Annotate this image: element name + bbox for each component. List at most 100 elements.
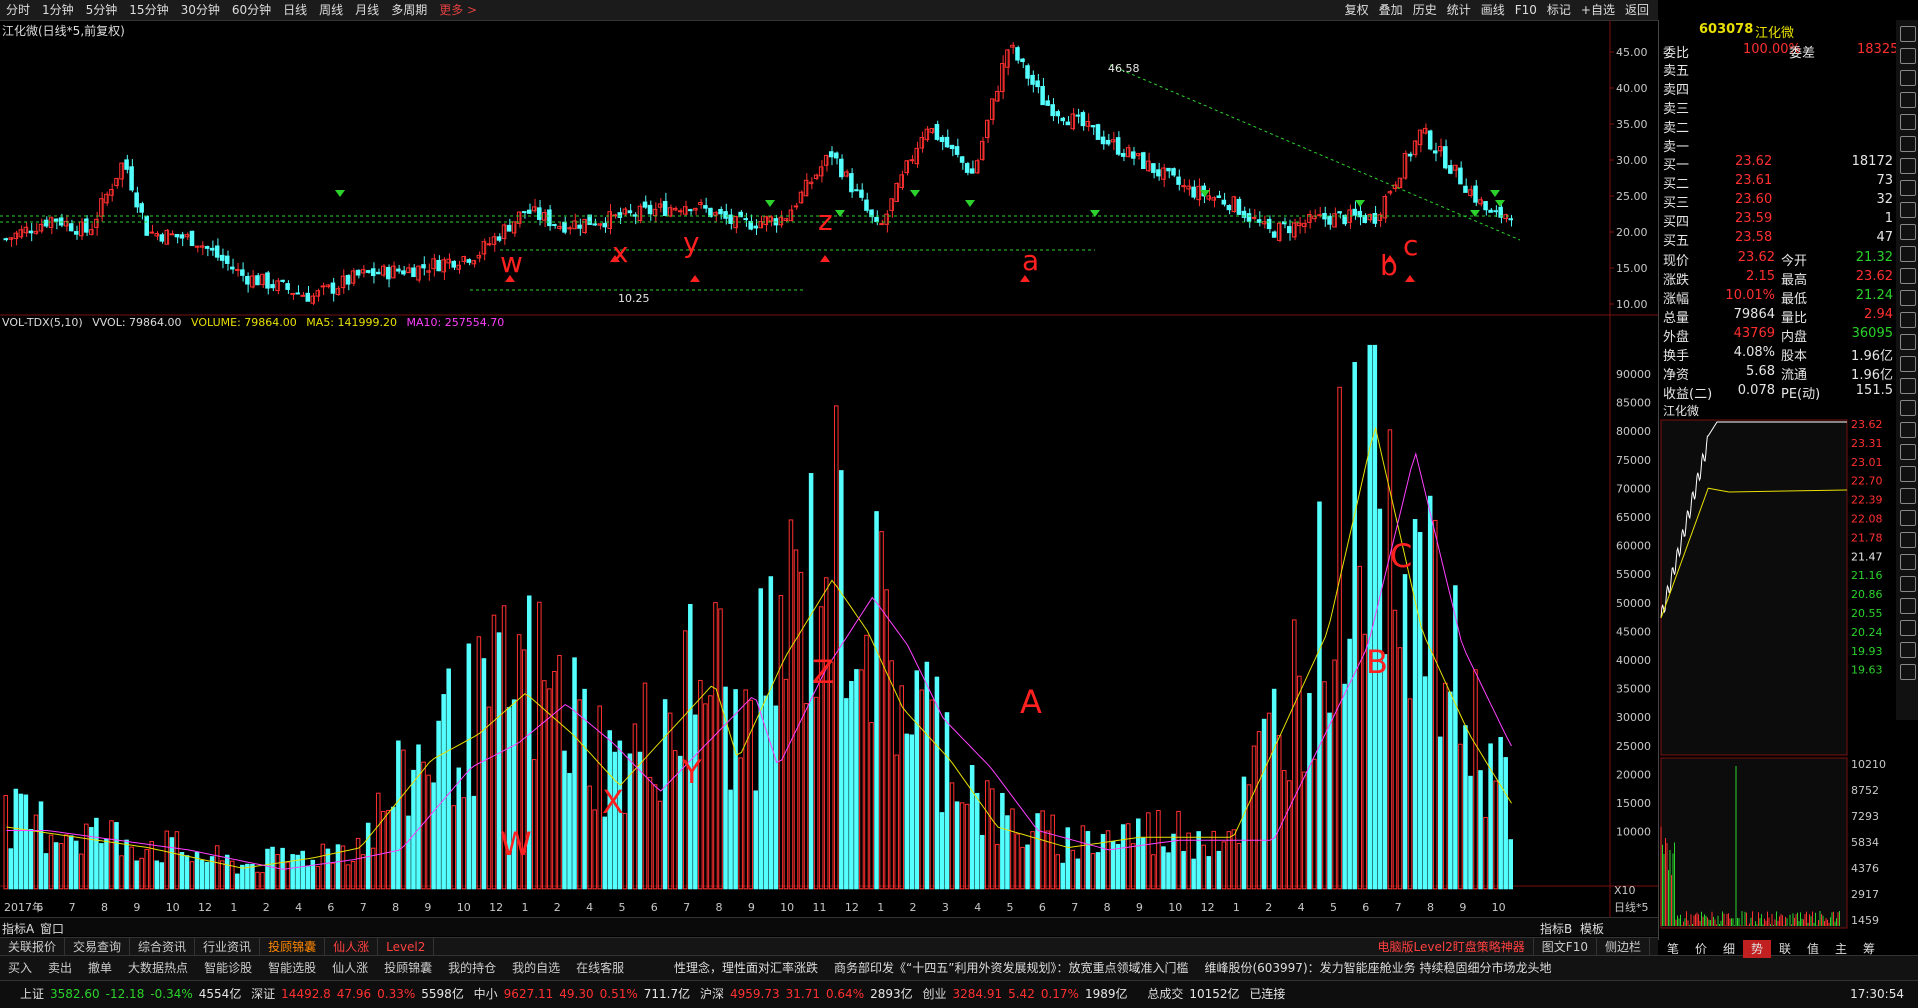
mini-tab[interactable]: 值 (1799, 940, 1827, 958)
window-tab[interactable]: 窗口 (40, 920, 64, 937)
tab-sidebar[interactable]: 侧边栏 (1597, 938, 1650, 956)
mini-tab[interactable]: 细 (1715, 940, 1743, 958)
mini-tab[interactable]: 价 (1687, 940, 1715, 958)
mini-tab[interactable]: 筹 (1855, 940, 1883, 958)
period-fenshi[interactable]: 分时 (0, 0, 36, 20)
tab-advisor[interactable]: 投顾锦囊 (260, 938, 326, 956)
tab-related-quote[interactable]: 关联报价 (0, 938, 66, 956)
tool-mark[interactable]: 标记 (1542, 0, 1576, 20)
tab-trade-query[interactable]: 交易查询 (65, 938, 131, 956)
btn-bigdata[interactable]: 大数据热点 (120, 956, 196, 980)
side-tool-icon[interactable] (1900, 70, 1916, 86)
idx-sz-name[interactable]: 深证 (251, 987, 275, 1001)
tab-general-news[interactable]: 综合资讯 (130, 938, 196, 956)
mini-vol-tick: 8752 (1851, 784, 1879, 797)
tab-f10-graphic[interactable]: 图文F10 (1534, 938, 1597, 956)
template-tab[interactable]: 模板 (1580, 920, 1604, 937)
side-tool-icon[interactable] (1900, 598, 1916, 614)
idx-zx-name[interactable]: 中小 (474, 987, 498, 1001)
btn-service[interactable]: 在线客服 (568, 956, 632, 980)
tool-add-fav[interactable]: +自选 (1576, 0, 1620, 20)
period-5min[interactable]: 5分钟 (80, 0, 124, 20)
mini-tab[interactable]: 主 (1827, 940, 1855, 958)
period-toolbar: 分时 1分钟 5分钟 15分钟 30分钟 60分钟 日线 周线 月线 多周期 更多 > 复权 叠加 历史… (0, 0, 1658, 21)
tab-xianrenzhang[interactable]: 仙人涨 (325, 938, 379, 956)
side-tool-icon[interactable] (1900, 180, 1916, 196)
btn-my-watch[interactable]: 我的自选 (504, 956, 568, 980)
btn-smart-select[interactable]: 智能选股 (260, 956, 324, 980)
tab-level2-promo[interactable]: 电脑版Level2盯盘策略神器 (1369, 938, 1534, 956)
side-tool-icon[interactable] (1900, 532, 1916, 548)
side-tool-icon[interactable] (1900, 422, 1916, 438)
btn-buy[interactable]: 买入 (0, 956, 40, 980)
side-tool-icon[interactable] (1900, 268, 1916, 284)
side-tool-icon[interactable] (1900, 290, 1916, 306)
volume-bar (1427, 495, 1433, 890)
period-1min[interactable]: 1分钟 (36, 0, 80, 20)
date-tick: 6 (327, 901, 334, 914)
period-30min[interactable]: 30分钟 (175, 0, 226, 20)
side-tool-icon[interactable] (1900, 334, 1916, 350)
vol-tick: 75000 (1616, 454, 1651, 467)
idx-sh-name[interactable]: 上证 (20, 987, 44, 1001)
side-tool-icon[interactable] (1900, 356, 1916, 372)
candle-body (320, 285, 326, 288)
period-day[interactable]: 日线 (277, 0, 313, 20)
btn-cancel[interactable]: 撤单 (80, 956, 120, 980)
intraday-mini-chart[interactable]: 23.62 23.31 23.01 22.70 22.39 22.08 21.78 21.47… (1659, 418, 1899, 938)
side-tool-icon[interactable] (1900, 488, 1916, 504)
indicator-b-tab[interactable]: 指标B (1540, 920, 1572, 937)
tool-overlay[interactable]: 叠加 (1374, 0, 1408, 20)
tool-fuquan[interactable]: 复权 (1340, 0, 1374, 20)
side-tool-icon[interactable] (1900, 92, 1916, 108)
side-tool-icon[interactable] (1900, 444, 1916, 460)
side-tool-icon[interactable] (1900, 48, 1916, 64)
tool-stats[interactable]: 统计 (1442, 0, 1476, 20)
period-more[interactable]: 更多 > (433, 0, 483, 20)
side-tool-icon[interactable] (1900, 664, 1916, 680)
side-tool-icon[interactable] (1900, 158, 1916, 174)
side-tool-icon[interactable] (1900, 576, 1916, 592)
mini-tab[interactable]: 联 (1771, 940, 1799, 958)
period-60min[interactable]: 60分钟 (226, 0, 277, 20)
side-tool-icon[interactable] (1900, 312, 1916, 328)
tab-industry-news[interactable]: 行业资讯 (195, 938, 261, 956)
side-tool-icon[interactable] (1900, 378, 1916, 394)
side-tool-icon[interactable] (1900, 246, 1916, 262)
side-tool-icon[interactable] (1900, 26, 1916, 42)
news-ticker-2[interactable]: 商务部印发《“十四五”利用外资发展规划》：放宽重点领域准入门槛 (826, 956, 1196, 980)
side-tool-icon[interactable] (1900, 114, 1916, 130)
side-tool-icon[interactable] (1900, 400, 1916, 416)
tab-level2[interactable]: Level2 (378, 938, 435, 956)
period-15min[interactable]: 15分钟 (123, 0, 174, 20)
btn-sell[interactable]: 卖出 (40, 956, 80, 980)
period-month[interactable]: 月线 (349, 0, 385, 20)
btn-advisor[interactable]: 投顾锦囊 (376, 956, 440, 980)
news-ticker-3[interactable]: 维峰股份(603997)：发力智能座舱业务 持续稳固细分市场龙头地 (1196, 956, 1559, 980)
side-tool-icon[interactable] (1900, 642, 1916, 658)
side-tool-icon[interactable] (1900, 202, 1916, 218)
btn-holdings[interactable]: 我的持仓 (440, 956, 504, 980)
side-tool-icon[interactable] (1900, 466, 1916, 482)
news-ticker-1[interactable]: 性理念，理性面对汇率涨跌 (666, 956, 826, 980)
side-tool-icon[interactable] (1900, 620, 1916, 636)
side-tool-icon[interactable] (1900, 554, 1916, 570)
tool-draw[interactable]: 画线 (1476, 0, 1510, 20)
side-tool-icon[interactable] (1900, 510, 1916, 526)
indicator-a-tab[interactable]: 指标A (2, 920, 34, 937)
tool-history[interactable]: 历史 (1408, 0, 1442, 20)
side-tool-icon[interactable] (1900, 224, 1916, 240)
mini-tab[interactable]: 笔 (1659, 940, 1687, 958)
kline-chart[interactable]: 45.00 40.00 35.00 30.00 25.00 20.00 15.00 10.00… (0, 20, 1658, 917)
tool-f10[interactable]: F10 (1510, 0, 1542, 20)
side-tool-icon[interactable] (1900, 136, 1916, 152)
tool-back[interactable]: 返回 (1620, 0, 1654, 20)
period-week[interactable]: 周线 (313, 0, 349, 20)
idx-cy-name[interactable]: 创业 (922, 987, 946, 1001)
btn-smart-diagnose[interactable]: 智能诊股 (196, 956, 260, 980)
idx-hs-name[interactable]: 沪深 (700, 987, 724, 1001)
period-multi[interactable]: 多周期 (385, 0, 433, 20)
volume-bar (1281, 770, 1287, 890)
mini-tab[interactable]: 势 (1743, 940, 1771, 958)
btn-xianrenzhang[interactable]: 仙人涨 (324, 956, 376, 980)
